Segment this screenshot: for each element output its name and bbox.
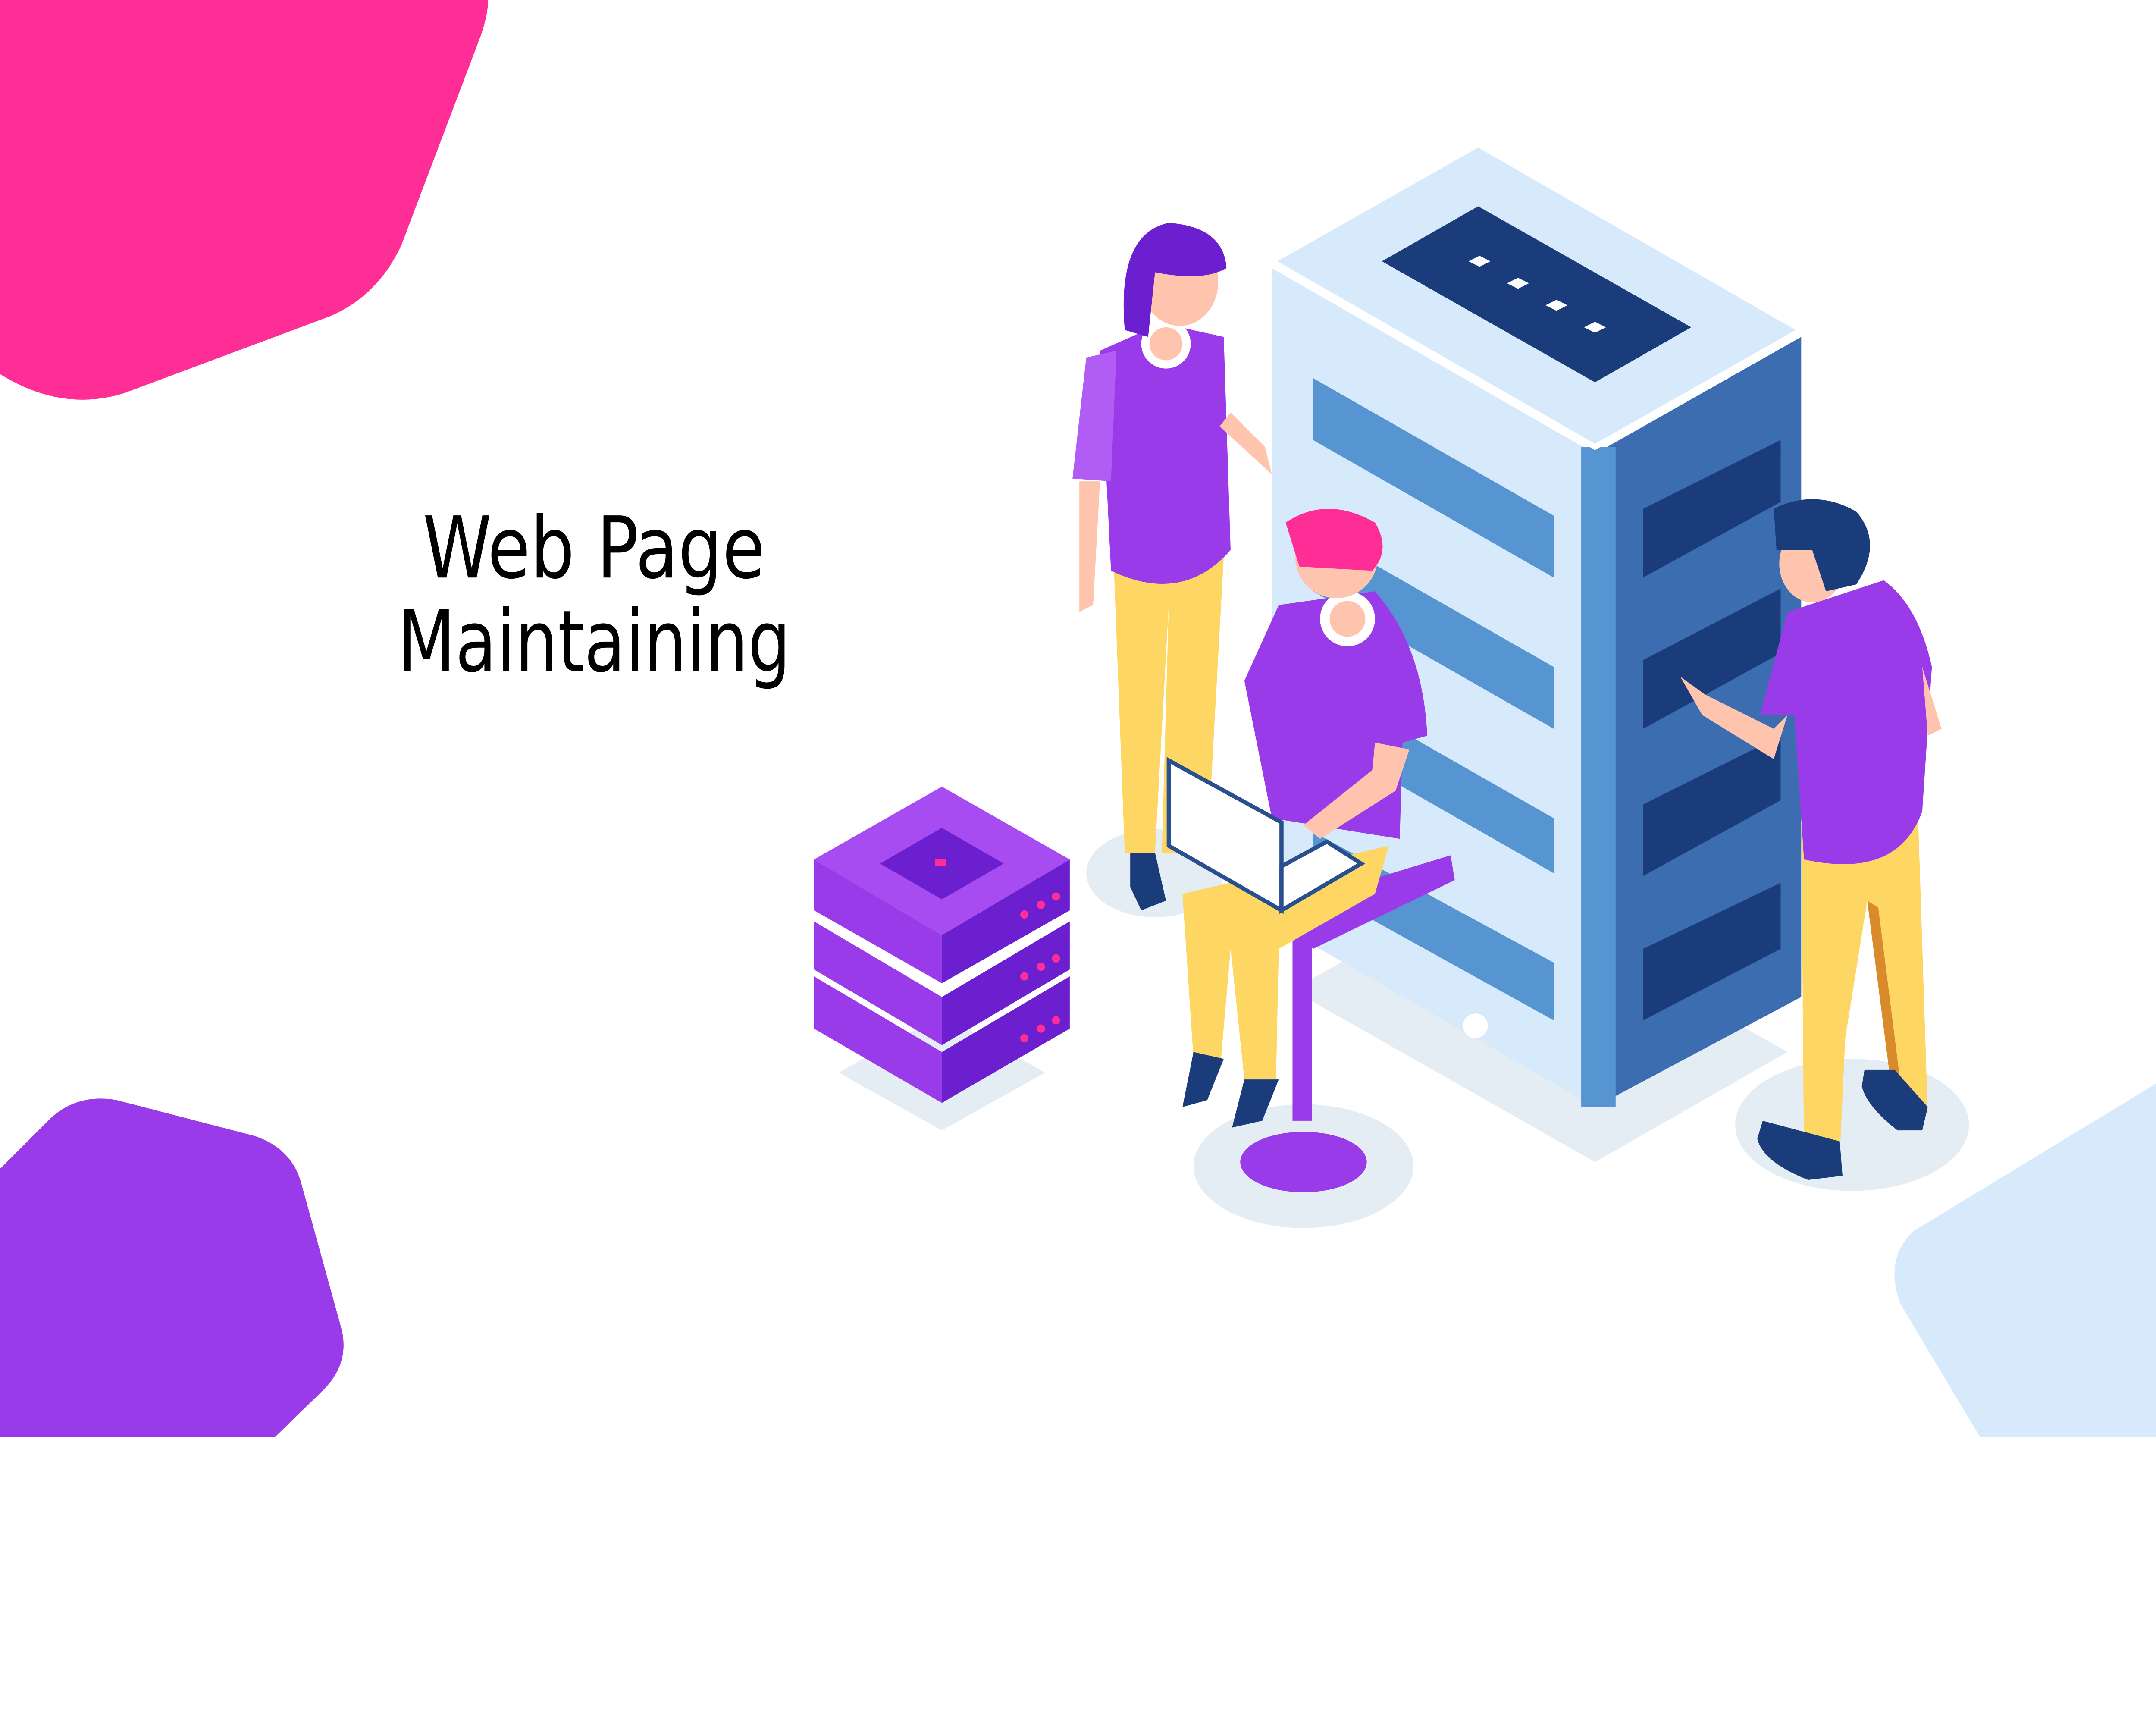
headline-line-1: Web Page [423,498,765,598]
purple-blob-shape [0,1098,344,1437]
server-stack-icon [814,786,1070,1103]
pink-blob-shape [0,0,489,400]
hero-illustration: Web Page Maintaining [0,0,2156,1437]
headline-line-2: Maintaining [398,592,791,691]
